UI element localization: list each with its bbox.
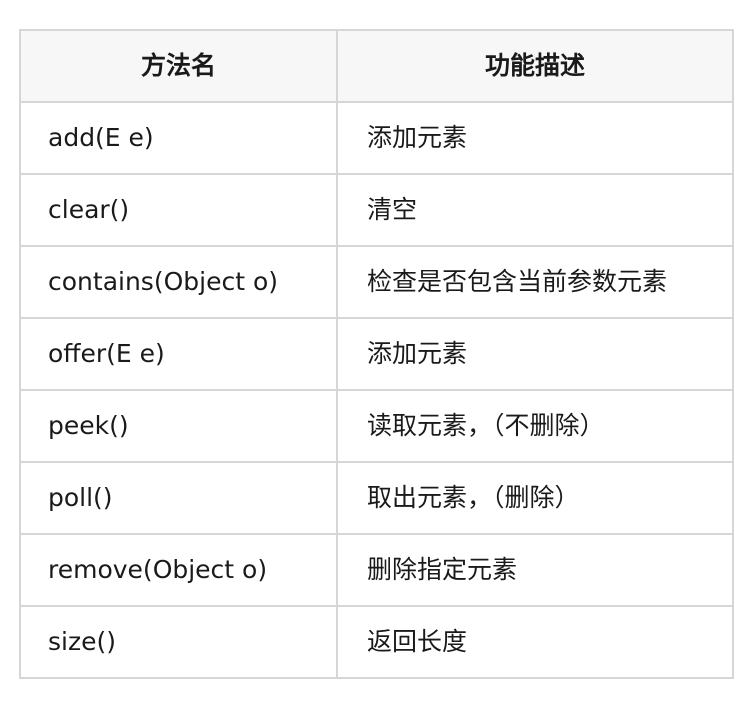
method-cell: clear()	[19, 173, 338, 247]
table-row: clear() 清空	[19, 173, 734, 247]
description-cell: 检查是否包含当前参数元素	[336, 245, 734, 319]
table-row: contains(Object o) 检查是否包含当前参数元素	[19, 245, 734, 319]
header-description: 功能描述	[336, 29, 734, 103]
method-cell: remove(Object o)	[19, 533, 338, 607]
table-row: remove(Object o) 删除指定元素	[19, 533, 734, 607]
header-row: 方法名 功能描述	[19, 29, 734, 103]
table-row: size() 返回长度	[19, 605, 734, 679]
table-body: add(E e) 添加元素 clear() 清空 contains(Object…	[19, 101, 734, 679]
description-cell: 添加元素	[336, 317, 734, 391]
method-cell: size()	[19, 605, 338, 679]
method-cell: add(E e)	[19, 101, 338, 175]
method-cell: contains(Object o)	[19, 245, 338, 319]
description-cell: 删除指定元素	[336, 533, 734, 607]
description-cell: 清空	[336, 173, 734, 247]
description-cell: 取出元素，（删除）	[336, 461, 734, 535]
description-cell: 添加元素	[336, 101, 734, 175]
table-header: 方法名 功能描述	[19, 29, 734, 103]
method-table: 方法名 功能描述 add(E e) 添加元素 clear() 清空 contai…	[19, 29, 734, 679]
method-cell: poll()	[19, 461, 338, 535]
header-method: 方法名	[19, 29, 338, 103]
method-cell: peek()	[19, 389, 338, 463]
description-cell: 返回长度	[336, 605, 734, 679]
table-row: add(E e) 添加元素	[19, 101, 734, 175]
method-cell: offer(E e)	[19, 317, 338, 391]
table-row: offer(E e) 添加元素	[19, 317, 734, 391]
description-cell: 读取元素，（不删除）	[336, 389, 734, 463]
table-row: poll() 取出元素，（删除）	[19, 461, 734, 535]
table-row: peek() 读取元素，（不删除）	[19, 389, 734, 463]
